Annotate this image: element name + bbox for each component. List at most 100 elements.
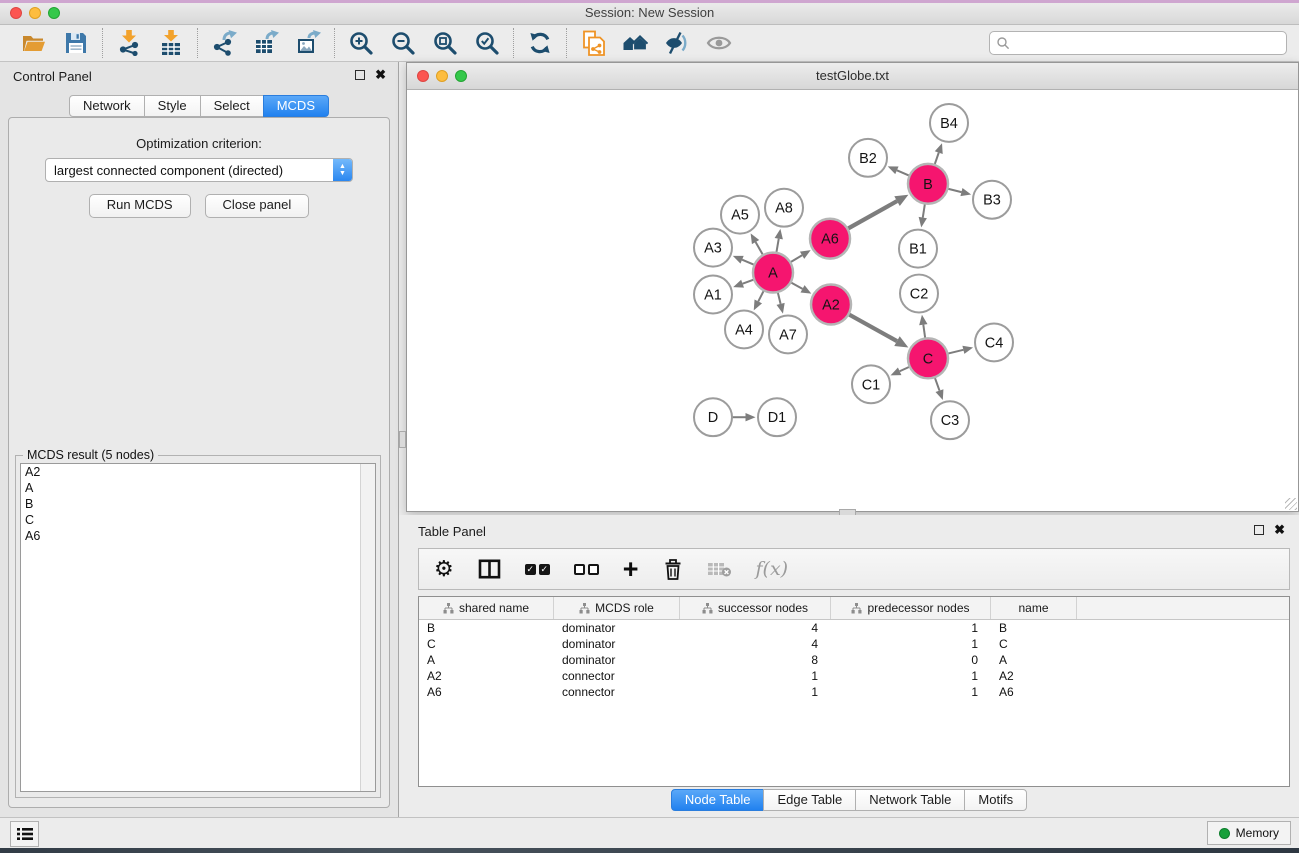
graph-edge-B-B2[interactable] (897, 170, 910, 176)
table-row[interactable]: A2connector11A2 (419, 668, 1289, 684)
table-cell[interactable]: A (991, 652, 1077, 668)
graph-edge-B-B4[interactable] (935, 153, 939, 165)
table-cell[interactable]: C (991, 636, 1077, 652)
graph-edge-C-C3[interactable] (935, 377, 940, 390)
table-cell[interactable]: A (419, 652, 554, 668)
table-cell[interactable]: 4 (680, 620, 831, 636)
table-cell[interactable]: 1 (680, 684, 831, 700)
graph-edge-A-A4[interactable] (758, 290, 764, 301)
graph-edge-C-C1[interactable] (900, 367, 910, 372)
table-row[interactable]: Cdominator41C (419, 636, 1289, 652)
network-from-selection-icon[interactable] (580, 30, 606, 56)
tab-style[interactable]: Style (144, 95, 201, 117)
export-network-icon[interactable] (211, 30, 237, 56)
graph-edge-A6-B[interactable] (847, 201, 897, 229)
table-cell[interactable]: A2 (991, 668, 1077, 684)
split-columns-icon[interactable] (478, 559, 501, 579)
mcds-result-item[interactable]: A6 (21, 528, 375, 544)
table-cell[interactable]: 1 (831, 668, 991, 684)
graph-edge-A2-C[interactable] (848, 314, 897, 341)
table-cell[interactable]: C (419, 636, 554, 652)
mcds-result-item[interactable]: C (21, 512, 375, 528)
table-cell[interactable]: connector (554, 684, 680, 700)
column-header-MCDS-role[interactable]: MCDS role (554, 597, 680, 619)
table-row[interactable]: Adominator80A (419, 652, 1289, 668)
graph-edge-A-A7[interactable] (778, 292, 781, 304)
table-cell[interactable]: B (419, 620, 554, 636)
column-header-name[interactable]: name (991, 597, 1077, 619)
zoom-in-icon[interactable] (348, 30, 374, 56)
table-tab-edge-table[interactable]: Edge Table (763, 789, 856, 811)
show-all-icon[interactable] (706, 30, 732, 56)
mcds-result-item[interactable]: A2 (21, 464, 375, 480)
table-tab-motifs[interactable]: Motifs (964, 789, 1027, 811)
graph-edge-A-A1[interactable] (743, 279, 755, 283)
graph-edge-B-B1[interactable] (923, 203, 925, 217)
tab-select[interactable]: Select (200, 95, 264, 117)
table-cell[interactable]: 8 (680, 652, 831, 668)
float-table-panel-icon[interactable] (1254, 525, 1264, 535)
graph-edge-A-A5[interactable] (756, 242, 764, 255)
table-cell[interactable]: dominator (554, 636, 680, 652)
settings-gear-icon[interactable]: ⚙ (434, 558, 454, 580)
float-panel-icon[interactable] (355, 70, 365, 80)
open-icon[interactable] (21, 30, 47, 56)
delete-table-icon[interactable] (707, 561, 732, 577)
graph-edge-B-B3[interactable] (947, 189, 961, 193)
column-header-successor-nodes[interactable]: successor nodes (680, 597, 831, 619)
graph-edge-C-C4[interactable] (947, 350, 963, 354)
tab-network[interactable]: Network (69, 95, 145, 117)
result-scrollbar[interactable] (360, 464, 375, 791)
add-column-icon[interactable]: + (623, 557, 639, 581)
mcds-result-list[interactable]: A2ABCA6 (20, 463, 376, 792)
export-table-icon[interactable] (253, 30, 279, 56)
table-cell[interactable]: 1 (831, 684, 991, 700)
table-row[interactable]: A6connector11A6 (419, 684, 1289, 700)
run-mcds-button[interactable]: Run MCDS (89, 194, 191, 218)
search-field[interactable] (989, 31, 1287, 55)
mcds-result-item[interactable]: A (21, 480, 375, 496)
graph-edge-A-A3[interactable] (742, 260, 754, 265)
tab-mcds[interactable]: MCDS (263, 95, 329, 117)
import-table-icon[interactable] (158, 30, 184, 56)
import-network-icon[interactable] (116, 30, 142, 56)
node-table[interactable]: shared nameMCDS rolesuccessor nodesprede… (418, 596, 1290, 787)
close-table-panel-icon[interactable]: ✖ (1274, 525, 1285, 535)
close-panel-button[interactable]: Close panel (205, 194, 310, 218)
close-panel-icon[interactable]: ✖ (375, 70, 386, 80)
function-builder-icon[interactable]: f(x) (756, 558, 789, 580)
zoom-out-icon[interactable] (390, 30, 416, 56)
column-header-predecessor-nodes[interactable]: predecessor nodes (831, 597, 991, 619)
task-history-button[interactable] (10, 821, 39, 847)
table-cell[interactable]: dominator (554, 652, 680, 668)
vertical-splitter-grip[interactable] (399, 431, 406, 448)
delete-icon[interactable] (663, 558, 683, 580)
optimization-criterion-select[interactable]: largest connected component (directed) ▲… (45, 158, 353, 182)
zoom-selected-icon[interactable] (474, 30, 500, 56)
save-icon[interactable] (63, 30, 89, 56)
home-icon[interactable] (622, 30, 648, 56)
table-cell[interactable]: A6 (419, 684, 554, 700)
graph-edge-A-A2[interactable] (791, 282, 803, 289)
table-cell[interactable]: 4 (680, 636, 831, 652)
table-tab-node-table[interactable]: Node Table (671, 789, 765, 811)
table-tab-network-table[interactable]: Network Table (855, 789, 965, 811)
memory-button[interactable]: Memory (1207, 821, 1291, 845)
window-resize-grip[interactable] (1285, 498, 1297, 510)
table-cell[interactable]: B (991, 620, 1077, 636)
table-cell[interactable]: A6 (991, 684, 1077, 700)
graph-edge-A-A6[interactable] (790, 255, 802, 262)
table-cell[interactable]: connector (554, 668, 680, 684)
table-cell[interactable]: 1 (831, 620, 991, 636)
table-cell[interactable]: 0 (831, 652, 991, 668)
network-graph[interactable]: B4B2BB3A8A5A6A3B1AA1C2A2A4A7C4CC1C3DD1 (407, 90, 1298, 511)
network-window-titlebar[interactable]: testGlobe.txt (407, 63, 1298, 90)
table-cell[interactable]: dominator (554, 620, 680, 636)
export-image-icon[interactable] (295, 30, 321, 56)
mcds-result-item[interactable]: B (21, 496, 375, 512)
refresh-layout-icon[interactable] (527, 30, 553, 56)
graph-edge-A-A8[interactable] (776, 239, 778, 253)
table-cell[interactable]: 1 (680, 668, 831, 684)
graph-edge-C-C2[interactable] (923, 325, 925, 339)
table-row[interactable]: Bdominator41B (419, 620, 1289, 636)
